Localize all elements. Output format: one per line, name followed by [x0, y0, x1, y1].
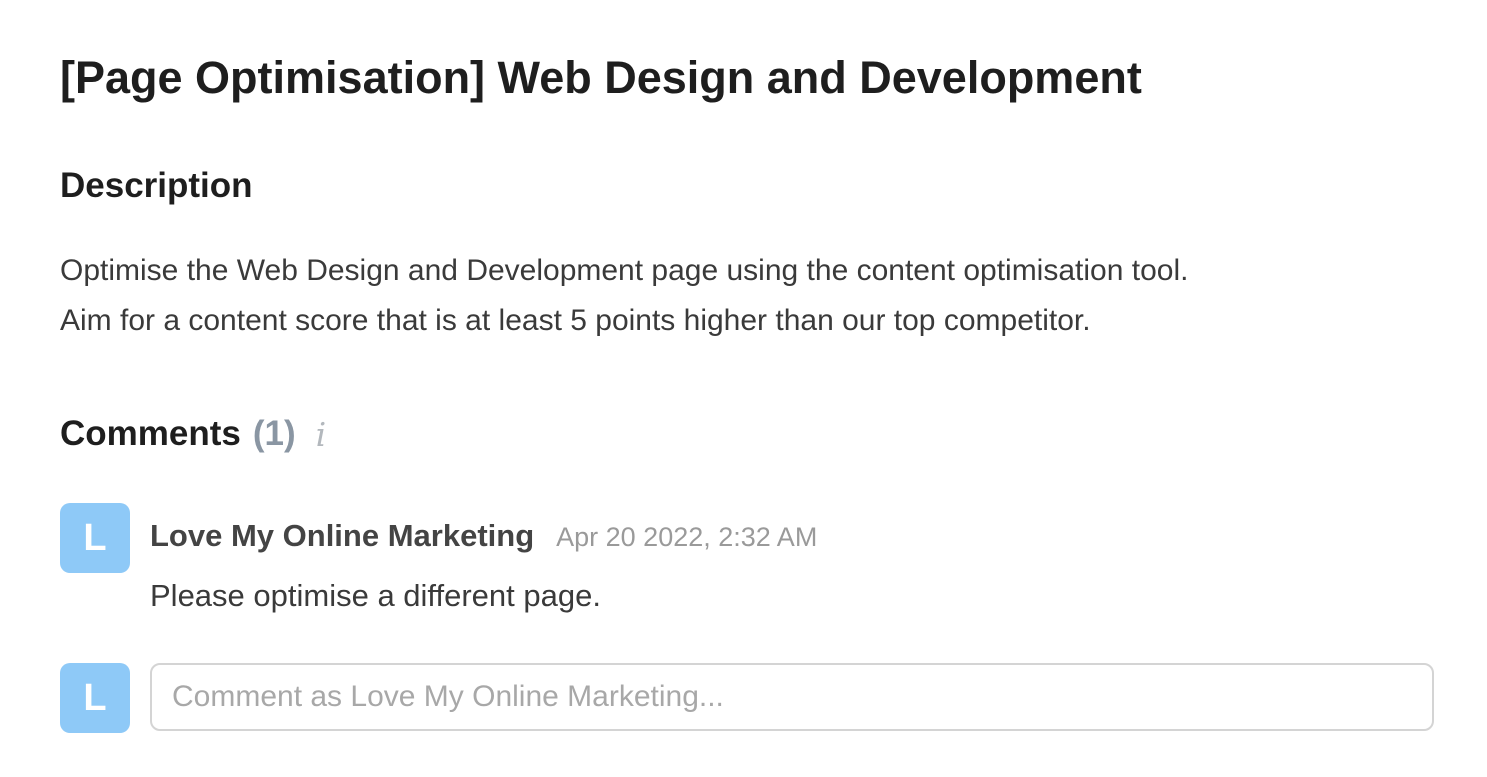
composer-avatar: L [60, 663, 130, 733]
comments-count: (1) [252, 414, 296, 453]
description-text: Optimise the Web Design and Development … [60, 246, 1420, 346]
info-icon[interactable]: i [316, 415, 327, 454]
comment-meta: Love My Online Marketing Apr 20 2022, 2:… [150, 518, 817, 554]
description-line: Aim for a content score that is at least… [60, 304, 1091, 337]
comment-author: Love My Online Marketing [150, 518, 535, 553]
task-title: [Page Optimisation] Web Design and Devel… [60, 52, 1142, 103]
description-heading: Description [60, 166, 253, 205]
avatar: L [60, 503, 130, 573]
comment-input[interactable] [150, 663, 1434, 731]
comments-heading-label: Comments [60, 414, 241, 453]
comments-heading: Comments (1) i [60, 414, 326, 454]
comment-timestamp: Apr 20 2022, 2:32 AM [556, 522, 818, 552]
description-line: Optimise the Web Design and Development … [60, 254, 1189, 287]
comment-body: Please optimise a different page. [150, 578, 601, 613]
